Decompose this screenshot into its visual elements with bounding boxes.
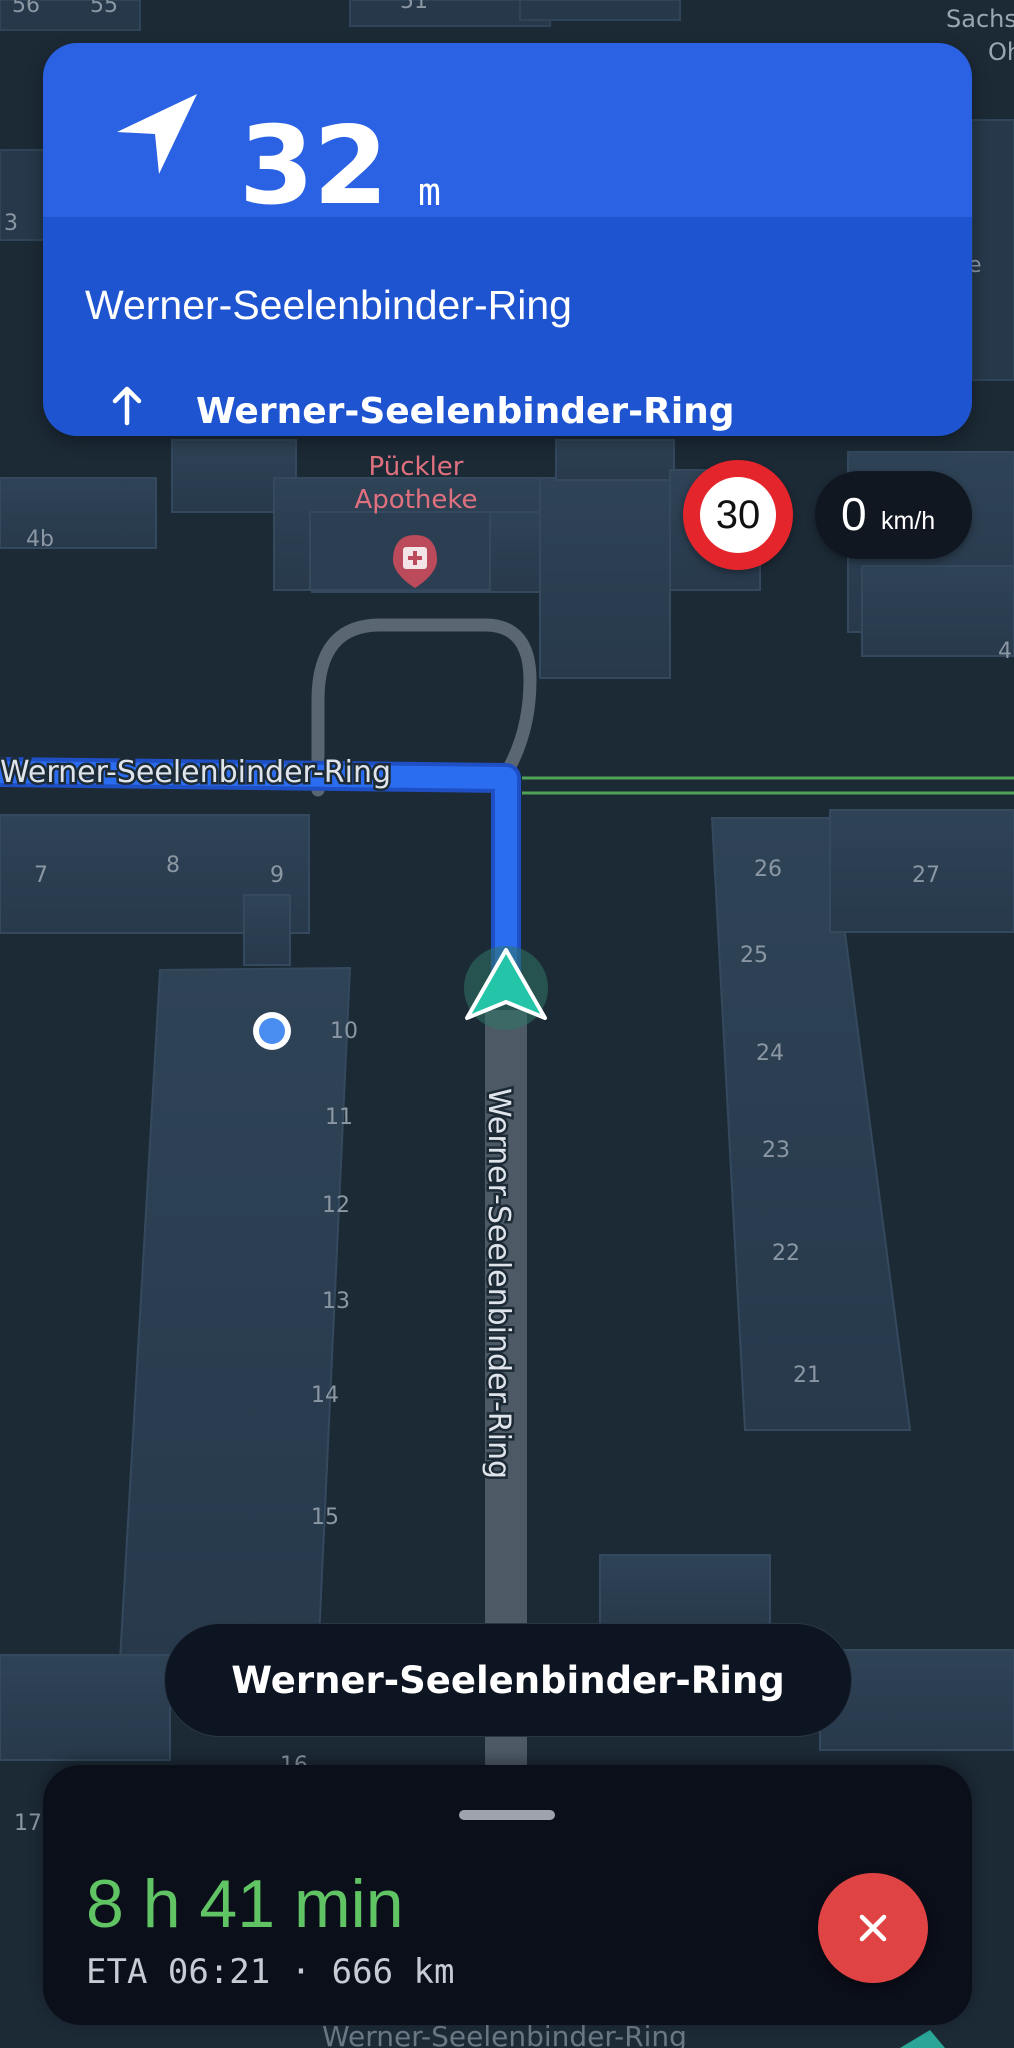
- end-navigation-button[interactable]: [818, 1873, 928, 1983]
- house-number: 25: [740, 943, 768, 968]
- speed-limit-sign: 30: [683, 460, 793, 570]
- house-number: 22: [772, 1241, 800, 1266]
- map-number: 56: [12, 0, 40, 18]
- house-number: 8: [166, 853, 180, 878]
- map-street-label: Werner-Seelenbinder-Ring: [481, 1088, 516, 1479]
- house-number: 23: [762, 1138, 790, 1163]
- drag-handle[interactable]: [459, 1810, 555, 1820]
- map-number: 51: [400, 0, 428, 14]
- eta-distance: ETA 06:21 · 666 km: [86, 1952, 455, 1992]
- slight-right-arrow-icon: [117, 94, 197, 174]
- speed-limit-value: 30: [700, 477, 776, 553]
- next-street-label: Werner-Seelenbinder-Ring: [196, 391, 735, 432]
- current-road-pill: Werner-Seelenbinder-Ring: [164, 1623, 852, 1737]
- trip-summary-sheet[interactable]: 8 h 41 min ETA 06:21 · 666 km: [43, 1765, 972, 2025]
- poi-label: Pückler: [369, 452, 464, 482]
- poi-label: Apotheke: [355, 485, 478, 515]
- house-number: 27: [912, 863, 940, 888]
- distance-unit: m: [418, 170, 441, 214]
- house-number: 11: [325, 1105, 353, 1130]
- speedometer: 0 km/h: [815, 471, 972, 559]
- house-number: 9: [270, 863, 284, 888]
- distance-value: 32: [239, 104, 388, 229]
- map-place-label: Oh: [988, 38, 1014, 66]
- house-number: 12: [322, 1193, 350, 1218]
- house-number: 15: [311, 1505, 339, 1530]
- maneuver-header: 32 m: [43, 43, 972, 221]
- house-number: 26: [754, 857, 782, 882]
- current-location-icon: [259, 1018, 285, 1044]
- map-place-label: Sachs: [946, 5, 1014, 33]
- house-number: 4: [998, 639, 1012, 664]
- arrow-up-icon: [112, 386, 142, 426]
- house-number: 7: [34, 863, 48, 888]
- house-number: 21: [793, 1363, 821, 1388]
- close-icon: [859, 1914, 887, 1942]
- house-number: 3: [4, 211, 18, 236]
- house-number: 13: [322, 1289, 350, 1314]
- maneuver-card[interactable]: 32 m Werner-Seelenbinder-Ring Werner-See…: [43, 43, 972, 436]
- house-number: 17: [14, 1811, 42, 1836]
- current-street-label: Werner-Seelenbinder-Ring: [85, 282, 572, 328]
- house-number: 14: [311, 1383, 339, 1408]
- map-number: 55: [90, 0, 118, 18]
- house-number: 10: [330, 1019, 358, 1044]
- house-number: 4b: [26, 527, 54, 552]
- map-street-label: Werner-Seelenbinder-Ring: [0, 755, 391, 790]
- maneuver-details: Werner-Seelenbinder-Ring Werner-Seelenbi…: [43, 217, 972, 436]
- house-number: 24: [756, 1041, 784, 1066]
- current-speed-value: 0: [841, 488, 867, 540]
- trip-duration: 8 h 41 min: [86, 1866, 404, 1942]
- speed-unit: km/h: [881, 507, 936, 535]
